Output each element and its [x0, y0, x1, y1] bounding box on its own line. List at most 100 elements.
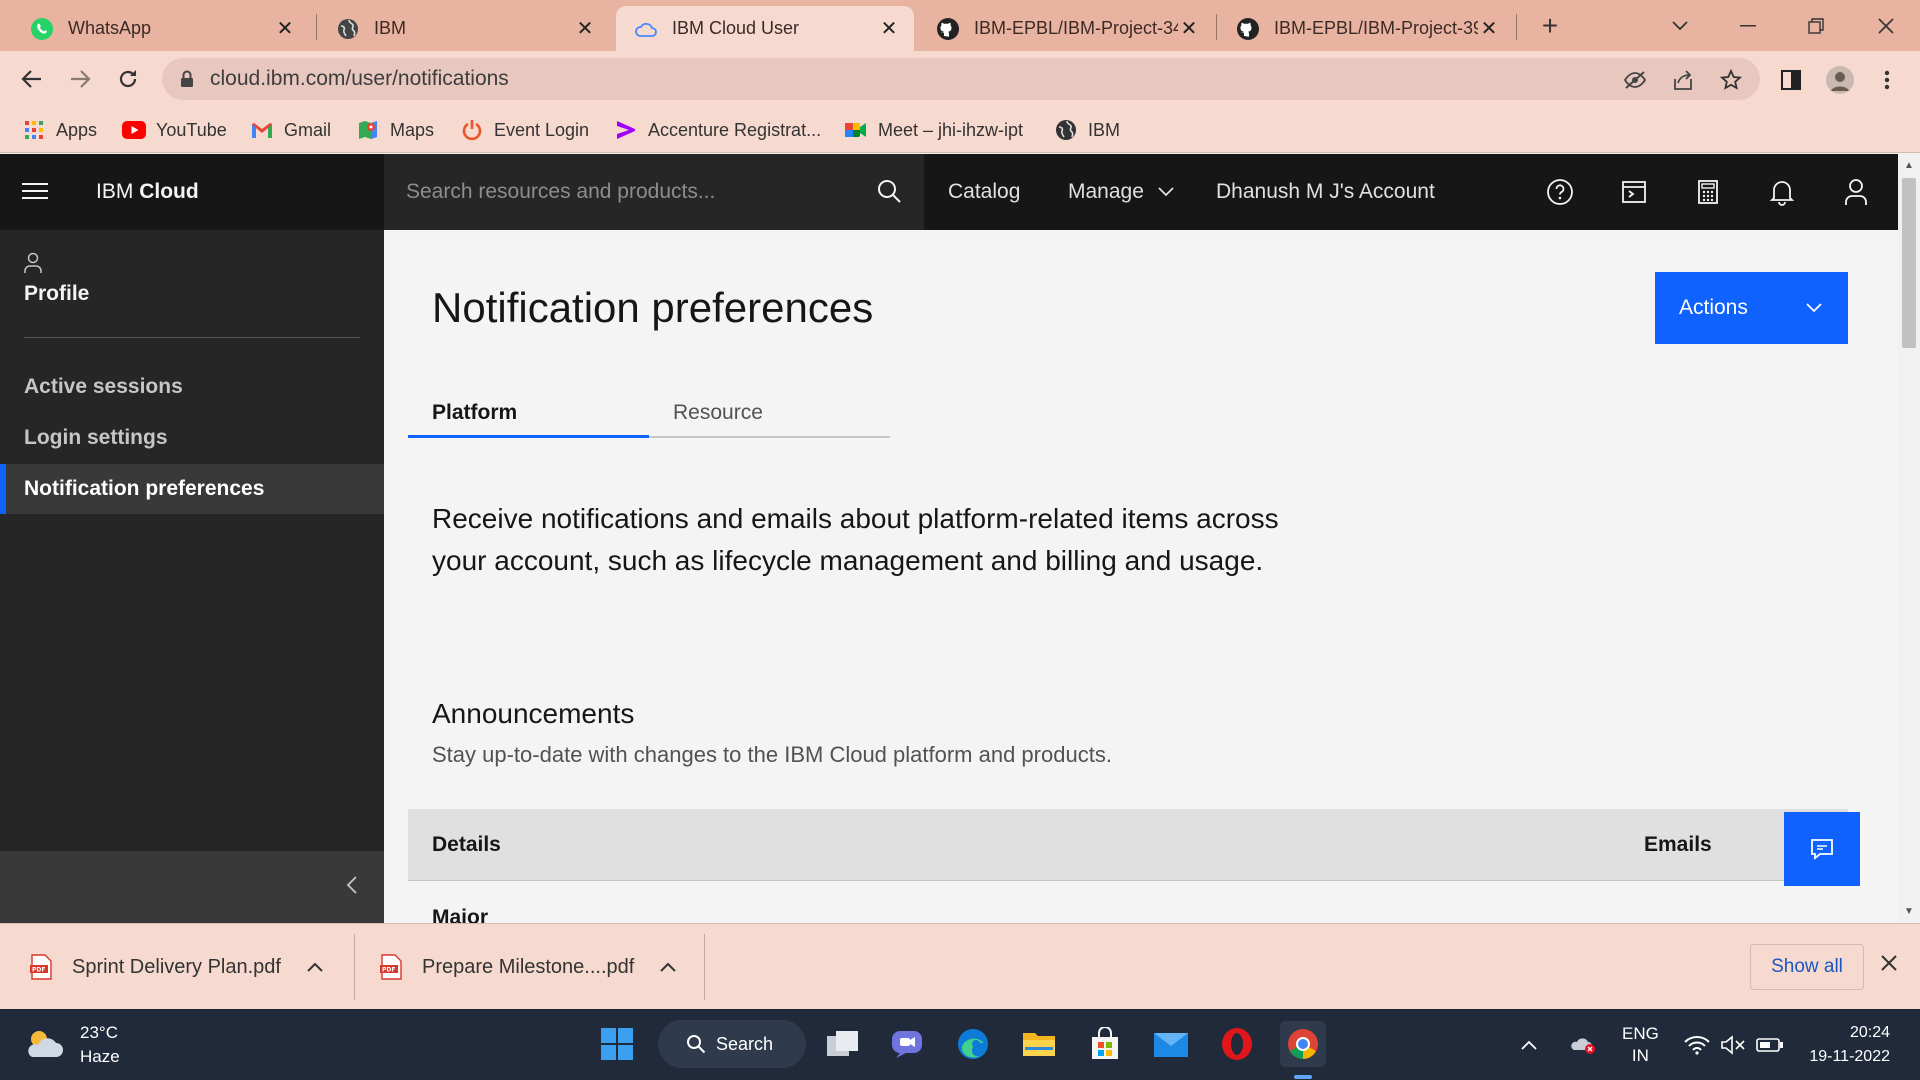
tab-whatsapp[interactable]: WhatsApp ✕ [12, 6, 310, 51]
forward-arrow-icon[interactable] [62, 61, 98, 97]
bookmark-gmail[interactable]: Gmail [250, 117, 331, 143]
chevron-up-icon[interactable] [660, 962, 677, 972]
bookmark-label: Gmail [284, 119, 332, 140]
taskbar-search-label: Search [716, 1033, 774, 1054]
browser-menu-icon[interactable] [1874, 67, 1900, 93]
restore-icon[interactable] [1800, 10, 1832, 42]
tab-divider [1516, 14, 1517, 40]
speaker-muted-icon[interactable] [1720, 1009, 1746, 1080]
profile-icon [24, 252, 89, 274]
tab-resource[interactable]: Resource [649, 390, 890, 438]
resource-search [384, 154, 924, 230]
chevron-down-icon [1158, 187, 1174, 197]
catalog-link[interactable]: Catalog [948, 154, 1020, 230]
task-view-icon[interactable] [820, 1021, 866, 1067]
edge-browser-icon[interactable] [950, 1021, 996, 1067]
tab-close-icon[interactable]: ✕ [274, 18, 296, 40]
weather-widget[interactable]: 23°C Haze [24, 1021, 120, 1069]
scroll-thumb[interactable] [1902, 178, 1916, 348]
search-icon[interactable] [876, 178, 902, 204]
feedback-button[interactable] [1784, 812, 1860, 886]
close-downloads-icon[interactable] [1880, 954, 1898, 972]
share-icon[interactable] [1670, 67, 1696, 93]
eye-off-icon[interactable] [1622, 67, 1648, 93]
bookmark-meet[interactable]: Meet – jhi-ihzw-ipt [844, 117, 1023, 143]
scroll-down-icon[interactable]: ▼ [1904, 906, 1914, 917]
tab-platform[interactable]: Platform [408, 390, 649, 438]
new-tab-button[interactable]: + [1534, 10, 1566, 42]
account-switcher[interactable]: Dhanush M J's Account [1216, 154, 1435, 230]
manage-label: Manage [1068, 180, 1144, 203]
clock-time: 20:24 [1849, 1024, 1890, 1041]
file-explorer-icon[interactable] [1016, 1021, 1062, 1067]
profile-avatar[interactable] [1824, 64, 1856, 96]
download-item[interactable]: PDF Prepare Milestone....pdf [380, 924, 677, 1010]
microsoft-store-icon[interactable] [1082, 1021, 1128, 1067]
search-input[interactable] [406, 180, 856, 204]
sidebar-collapse-bar[interactable] [0, 851, 384, 923]
bookmark-apps[interactable]: Apps [22, 117, 97, 143]
teams-chat-icon[interactable] [884, 1021, 930, 1067]
bookmark-youtube[interactable]: YouTube [122, 117, 227, 143]
tab-github-project-39[interactable]: IBM-EPBL/IBM-Project-39 ✕ [1218, 6, 1514, 51]
chevron-up-icon[interactable] [307, 962, 323, 972]
scroll-up-icon[interactable]: ▲ [1904, 160, 1914, 171]
content-tabs: Platform Resource [408, 390, 890, 438]
taskbar-search[interactable]: Search [658, 1020, 806, 1068]
language-indicator[interactable]: ENG IN [1622, 1009, 1659, 1080]
windows-start-icon[interactable] [594, 1021, 640, 1067]
hamburger-menu-icon[interactable] [22, 180, 48, 204]
cloud-shell-icon[interactable] [1616, 174, 1652, 210]
url-text: cloud.ibm.com/user/notifications [210, 67, 509, 90]
tab-ibm[interactable]: IBM ✕ [318, 6, 610, 51]
tab-ibm-cloud-user[interactable]: IBM Cloud User ✕ [616, 6, 914, 51]
show-all-downloads-button[interactable]: Show all [1750, 944, 1864, 990]
bookmark-ibm[interactable]: IBM [1054, 117, 1120, 143]
left-sidebar: Profile Active sessions Login settings N… [0, 230, 384, 923]
help-icon[interactable] [1542, 174, 1578, 210]
sidebar-item-notification-preferences[interactable]: Notification preferences [0, 464, 384, 514]
browser-toolbar: cloud.ibm.com/user/notifications [0, 51, 1920, 107]
manage-menu[interactable]: Manage [1068, 154, 1174, 230]
show-hidden-icons-chevron-icon[interactable] [1520, 1009, 1538, 1080]
address-bar[interactable]: cloud.ibm.com/user/notifications [162, 58, 1760, 100]
bookmark-star-icon[interactable] [1718, 67, 1744, 93]
bookmark-event-login[interactable]: Event Login [460, 117, 589, 143]
chrome-icon[interactable] [1280, 1021, 1326, 1067]
window-close-icon[interactable] [1870, 10, 1902, 42]
sidebar-profile[interactable]: Profile [24, 252, 89, 306]
tab-close-icon[interactable]: ✕ [1478, 18, 1500, 40]
opera-icon[interactable] [1214, 1021, 1260, 1067]
bookmark-accenture[interactable]: Accenture Registrat... [614, 117, 821, 143]
wifi-icon[interactable] [1684, 1009, 1710, 1080]
bookmark-label: IBM [1088, 119, 1121, 140]
tab-search-chevron-icon[interactable] [1664, 10, 1696, 42]
tab-close-icon[interactable]: ✕ [878, 18, 900, 40]
mail-icon[interactable] [1148, 1021, 1194, 1067]
page-scrollbar[interactable]: ▲ ▼ [1898, 154, 1920, 923]
tab-github-project-34[interactable]: IBM-EPBL/IBM-Project-34 ✕ [918, 6, 1214, 51]
minimize-icon[interactable] [1732, 10, 1764, 42]
onedrive-error-icon[interactable] [1570, 1009, 1598, 1080]
download-item[interactable]: PDF Sprint Delivery Plan.pdf [30, 924, 323, 1010]
notification-bell-icon[interactable] [1764, 174, 1800, 210]
cost-estimator-icon[interactable] [1690, 174, 1726, 210]
sidebar-item-login-settings[interactable]: Login settings [0, 413, 384, 463]
tab-title: IBM Cloud User [672, 18, 800, 38]
back-arrow-icon[interactable] [14, 61, 50, 97]
downloads-bar: PDF Sprint Delivery Plan.pdf PDF Prepare… [0, 923, 1920, 1009]
system-clock[interactable]: 20:24 19-11-2022 [1800, 1021, 1890, 1069]
tab-close-icon[interactable]: ✕ [574, 18, 596, 40]
tab-close-icon[interactable]: ✕ [1178, 18, 1200, 40]
ibm-cloud-logo[interactable]: IBM Cloud [96, 180, 199, 204]
chevron-left-icon[interactable] [346, 875, 358, 895]
brand-prefix: IBM [96, 180, 134, 203]
reload-icon[interactable] [110, 61, 146, 97]
bookmark-maps[interactable]: Maps [356, 117, 434, 143]
sidebar-item-active-sessions[interactable]: Active sessions [0, 362, 384, 412]
side-panel-icon[interactable] [1778, 67, 1804, 93]
actions-button[interactable]: Actions [1655, 272, 1848, 344]
battery-icon[interactable] [1756, 1009, 1784, 1080]
tab-divider [316, 14, 317, 40]
user-profile-icon[interactable] [1838, 174, 1874, 210]
